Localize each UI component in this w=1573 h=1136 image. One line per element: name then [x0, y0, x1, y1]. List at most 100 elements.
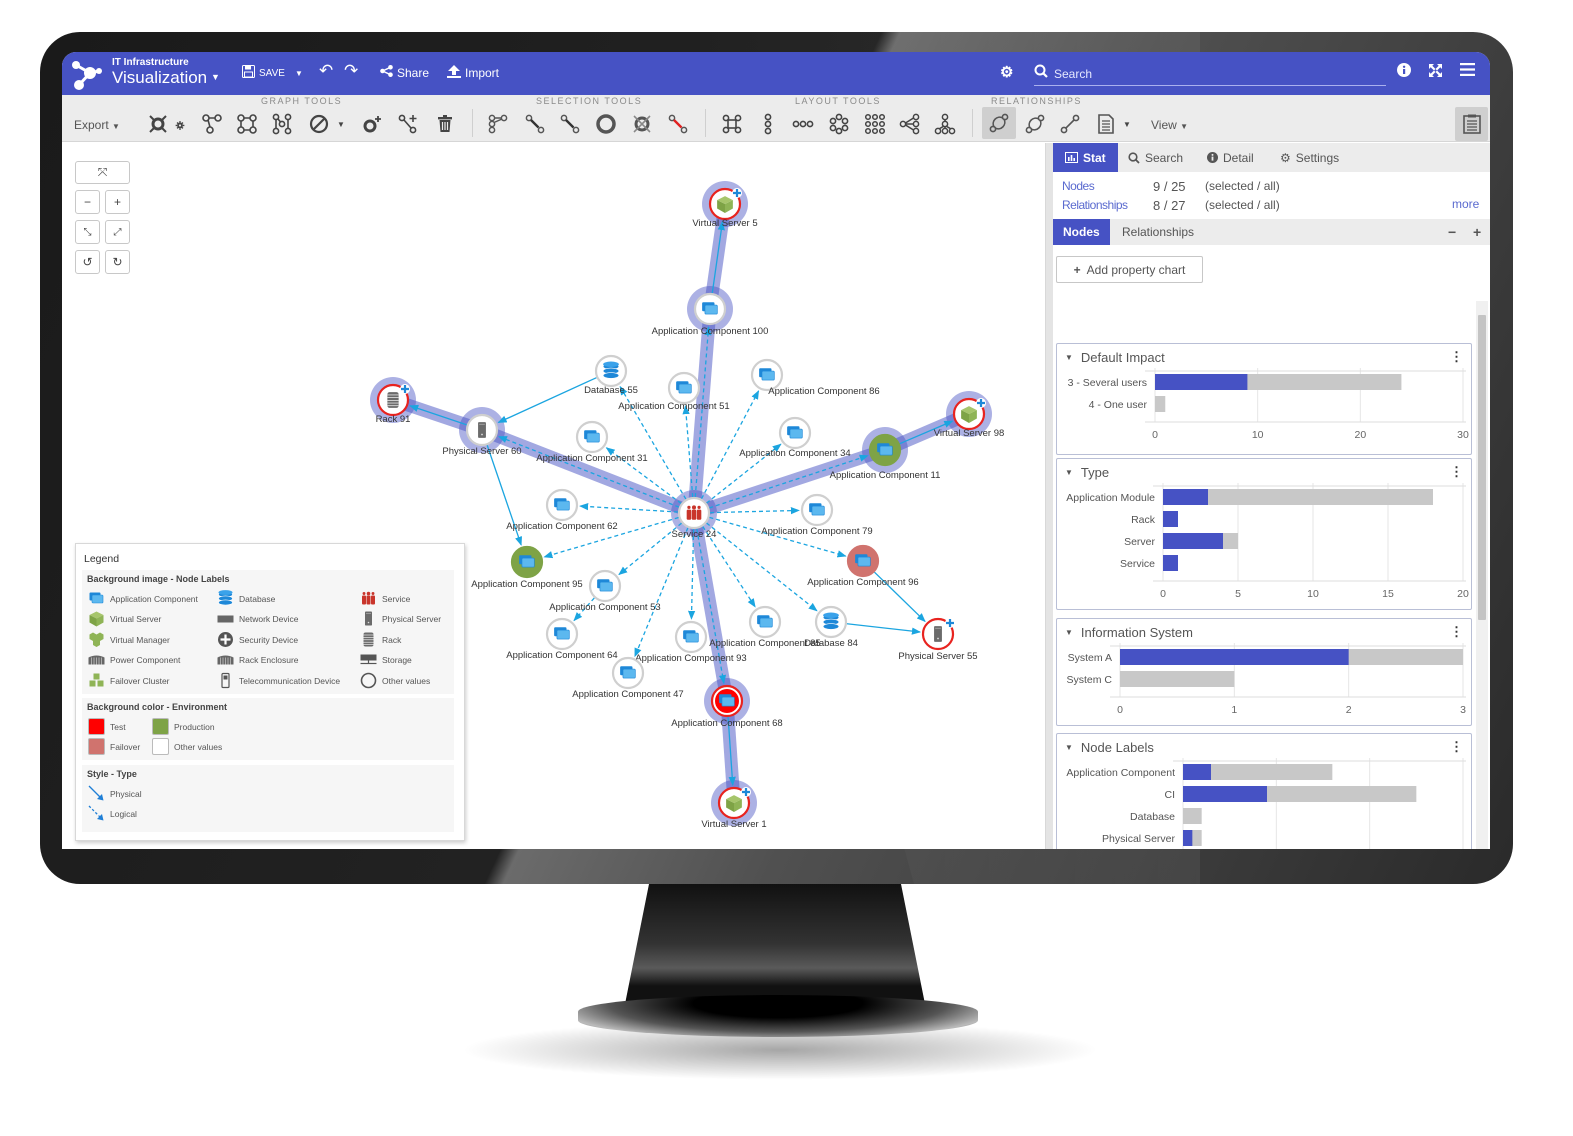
bar-selected[interactable]: [1163, 555, 1178, 571]
expand-plus-icon[interactable]: [976, 398, 986, 408]
select-neighbors-tool[interactable]: [485, 111, 511, 137]
graph-node[interactable]: Application Component 64: [506, 617, 618, 661]
layout-circular-button[interactable]: [826, 111, 852, 137]
stat-nodes-link[interactable]: Nodes: [1062, 179, 1095, 193]
select-path-tool[interactable]: [665, 111, 691, 137]
redo-button[interactable]: ↷: [344, 61, 358, 81]
bar-all[interactable]: [1183, 808, 1202, 824]
fit-to-screen-button[interactable]: ⤧: [75, 161, 130, 184]
bar-all[interactable]: [1155, 396, 1166, 412]
bar-selected[interactable]: [1155, 374, 1248, 390]
export-dropdown[interactable]: Export ▼: [74, 118, 120, 132]
chart-menu-icon[interactable]: ⋮: [1450, 464, 1463, 480]
relationship-edge-physical[interactable]: [497, 377, 597, 424]
layout-vertical-button[interactable]: [755, 111, 781, 137]
graph-node[interactable]: Database 84: [804, 605, 858, 649]
graph-node[interactable]: Virtual Server 1: [701, 786, 767, 830]
select-incoming-tool[interactable]: [557, 111, 583, 137]
select-outgoing-tool[interactable]: [522, 111, 548, 137]
layout-hierarchical-button[interactable]: [932, 111, 958, 137]
relationship-edge-logical[interactable]: [709, 506, 800, 515]
bar-selected[interactable]: [1163, 511, 1178, 527]
graph-node[interactable]: Rack 91: [376, 383, 411, 425]
bar-all[interactable]: [1120, 671, 1235, 687]
bar-selected[interactable]: [1183, 786, 1267, 802]
delete-button[interactable]: [432, 111, 458, 137]
hamburger-menu-icon[interactable]: [1460, 63, 1475, 80]
info-icon[interactable]: [1397, 63, 1411, 81]
graph-node[interactable]: Application Component 95: [471, 545, 583, 590]
view-dropdown[interactable]: View ▼: [1151, 118, 1188, 132]
select-neighbors-button[interactable]: [199, 111, 225, 137]
expand-settings-button[interactable]: [172, 111, 188, 137]
bar-selected[interactable]: [1183, 764, 1211, 780]
graph-node[interactable]: Application Component 79: [761, 493, 873, 537]
bar-selected[interactable]: [1183, 830, 1193, 846]
panel-scrollbar[interactable]: [1476, 301, 1488, 849]
chart-menu-icon[interactable]: ⋮: [1450, 349, 1463, 365]
hide-nodes-button[interactable]: [306, 111, 332, 137]
graph-paths-button[interactable]: [269, 111, 295, 137]
chart-title-toggle[interactable]: ▼ Type: [1065, 465, 1109, 480]
graph-node[interactable]: Application Component 62: [506, 488, 618, 532]
undo-button[interactable]: ↶: [319, 61, 333, 81]
expand-all-button[interactable]: +: [1463, 219, 1490, 245]
hide-dropdown-caret-icon[interactable]: ▼: [334, 111, 348, 137]
layout-grid-button[interactable]: [862, 111, 888, 137]
app-logo-icon[interactable]: [68, 56, 104, 92]
graph-node[interactable]: Physical Server 55: [898, 617, 978, 662]
toggle-panel-button[interactable]: [1455, 107, 1488, 141]
expand-layout-button[interactable]: ⤢: [105, 220, 130, 244]
expand-plus-icon[interactable]: [400, 384, 410, 394]
fullscreen-icon[interactable]: [1428, 63, 1443, 82]
rotate-left-button[interactable]: ↺: [75, 250, 100, 274]
title-dropdown-caret-icon[interactable]: ▼: [211, 72, 220, 82]
graph-node[interactable]: Application Component 53: [549, 569, 661, 613]
bar-selected[interactable]: [1120, 649, 1349, 665]
expand-all-button[interactable]: [145, 111, 171, 137]
graph-cycle-button[interactable]: [234, 111, 260, 137]
graph-node[interactable]: Application Component 86: [750, 358, 880, 397]
select-all-tool[interactable]: [593, 111, 619, 137]
add-property-chart-button[interactable]: + Add property chart: [1056, 256, 1203, 283]
graph-node[interactable]: Application Component 96: [807, 544, 919, 588]
subtab-nodes[interactable]: Nodes: [1053, 219, 1110, 245]
tab-stat[interactable]: Stat: [1053, 143, 1118, 172]
collapse-all-button[interactable]: −: [1438, 219, 1466, 245]
app-title[interactable]: Visualization: [112, 68, 207, 88]
chart-menu-icon[interactable]: ⋮: [1450, 739, 1463, 755]
layout-horizontal-button[interactable]: [790, 111, 816, 137]
relationships-curved-button[interactable]: [982, 107, 1016, 139]
graph-node[interactable]: Application Component 31: [536, 420, 648, 464]
zoom-out-button[interactable]: −: [75, 190, 100, 214]
zoom-in-button[interactable]: +: [105, 190, 130, 214]
save-button[interactable]: SAVE ▼: [242, 65, 303, 81]
graph-node[interactable]: Virtual Server 5: [692, 187, 758, 229]
chart-title-toggle[interactable]: ▼ Node Labels: [1065, 740, 1154, 755]
chart-title-toggle[interactable]: ▼ Default Impact: [1065, 350, 1165, 365]
chart-title-toggle[interactable]: ▼ Information System: [1065, 625, 1193, 640]
panel-resize-handle[interactable]: [1045, 143, 1053, 849]
share-button[interactable]: Share: [380, 65, 429, 80]
more-link[interactable]: more: [1452, 197, 1479, 211]
tab-settings[interactable]: ⚙ Settings: [1268, 143, 1351, 172]
bar-selected[interactable]: [1163, 489, 1208, 505]
relationships-single-curve-button[interactable]: [1022, 111, 1048, 137]
graph-settings-gears-icon[interactable]: ⚙: [1000, 63, 1013, 81]
graph-node[interactable]: Database 55: [584, 354, 638, 396]
expand-plus-icon[interactable]: [741, 787, 751, 797]
relationship-edge-physical[interactable]: [846, 623, 922, 635]
expand-plus-icon[interactable]: [945, 618, 955, 628]
graph-node[interactable]: Application Component 68: [671, 684, 783, 729]
layout-radial-button[interactable]: [897, 111, 923, 137]
search-input[interactable]: [1054, 66, 1354, 81]
deselect-tool[interactable]: [629, 111, 655, 137]
graph-canvas[interactable]: Virtual Server 5 Application Component 10…: [62, 143, 1045, 849]
import-button[interactable]: Import: [447, 65, 499, 81]
expand-plus-icon[interactable]: [732, 188, 742, 198]
add-relationship-button[interactable]: [395, 111, 421, 137]
rotate-right-button[interactable]: ↻: [105, 250, 130, 274]
add-node-button[interactable]: [359, 111, 385, 137]
save-dropdown-caret-icon[interactable]: ▼: [295, 69, 303, 78]
layout-organic-button[interactable]: [719, 111, 745, 137]
